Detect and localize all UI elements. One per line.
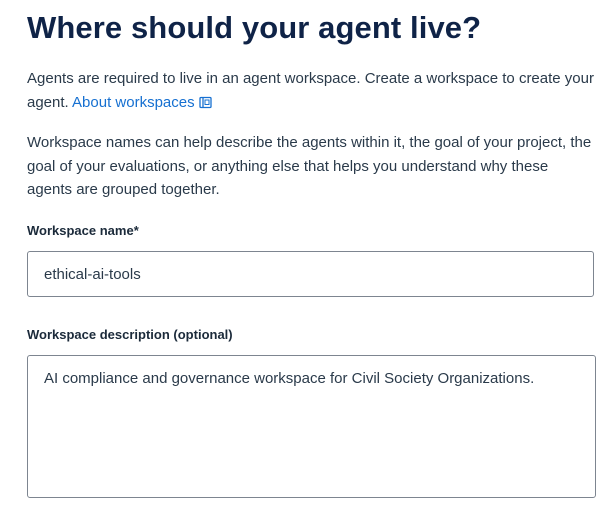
workspace-description-label: Workspace description (optional) (27, 327, 233, 342)
workspace-name-input[interactable] (27, 251, 594, 297)
about-workspaces-link[interactable]: About workspaces (72, 94, 212, 111)
workspace-description-input[interactable]: AI compliance and governance workspace f… (27, 355, 596, 498)
workspace-name-label-text: Workspace name (27, 223, 134, 238)
page-title: Where should your agent live? (27, 10, 482, 45)
document-icon (198, 93, 212, 117)
workspace-description-help: Workspace names can help describe the ag… (27, 134, 592, 198)
intro-paragraph: Agents are required to live in an agent … (27, 67, 597, 116)
workspace-name-label: Workspace name* (27, 223, 139, 238)
about-workspaces-link-label: About workspaces (72, 93, 195, 111)
required-mark: * (133, 223, 139, 238)
